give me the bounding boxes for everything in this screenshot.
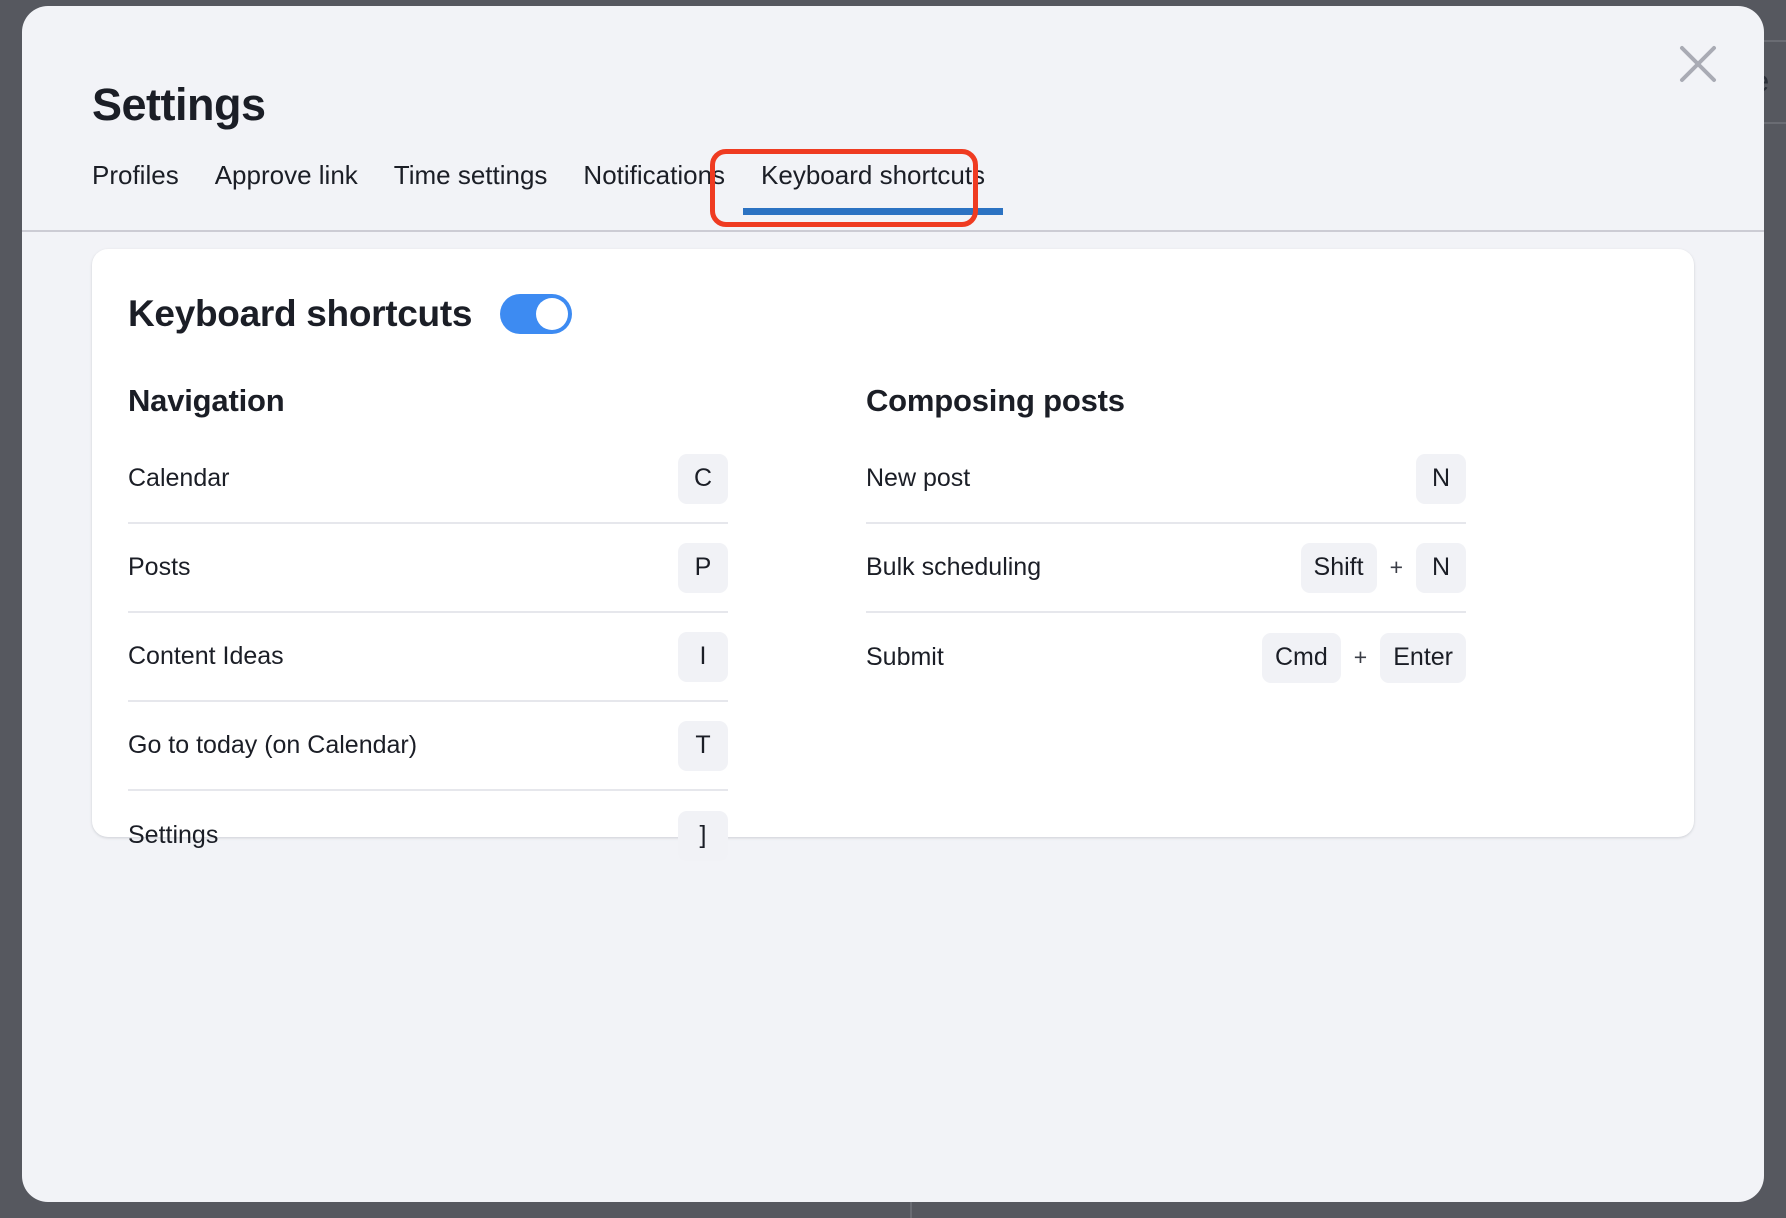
- shortcut-row: Settings ]: [128, 791, 728, 880]
- shortcut-row: Posts P: [128, 524, 728, 613]
- shortcut-row: New post N: [866, 435, 1466, 524]
- tab-keyboard-shortcuts[interactable]: Keyboard shortcuts: [743, 152, 1003, 213]
- keyboard-shortcuts-card: Keyboard shortcuts Navigation Calendar C: [92, 249, 1694, 837]
- shortcut-keys: ]: [678, 811, 728, 861]
- close-icon: [1675, 41, 1721, 87]
- shortcut-keys: Shift + N: [1301, 543, 1466, 593]
- shortcut-row: Submit Cmd + Enter: [866, 613, 1466, 702]
- key-cap: Shift: [1301, 543, 1377, 593]
- page-title: Settings: [92, 79, 266, 131]
- shortcut-label: Settings: [128, 821, 218, 850]
- shortcut-keys: N: [1416, 454, 1466, 504]
- settings-tab-bar: Profiles Approve link Time settings Noti…: [22, 152, 1764, 232]
- key-separator: +: [1387, 554, 1406, 581]
- card-title: Keyboard shortcuts: [128, 293, 472, 335]
- shortcut-keys: Cmd + Enter: [1262, 633, 1466, 683]
- card-header: Keyboard shortcuts: [92, 249, 1694, 335]
- keyboard-shortcuts-toggle[interactable]: [500, 294, 572, 334]
- shortcut-keys: P: [678, 543, 728, 593]
- tab-profiles[interactable]: Profiles: [92, 152, 197, 213]
- shortcut-label: Submit: [866, 643, 944, 672]
- key-cap: P: [678, 543, 728, 593]
- key-cap: N: [1416, 454, 1466, 504]
- shortcut-label: New post: [866, 464, 970, 493]
- shortcut-row: Calendar C: [128, 435, 728, 524]
- app-backdrop: te Settings Profiles Approve link Time s…: [0, 0, 1786, 1218]
- key-cap: Enter: [1380, 633, 1466, 683]
- shortcut-keys: I: [678, 632, 728, 682]
- column-title-composing-posts: Composing posts: [866, 383, 1466, 419]
- shortcut-columns: Navigation Calendar C Posts P: [92, 335, 1694, 880]
- key-cap: T: [678, 721, 728, 771]
- tab-time-settings[interactable]: Time settings: [376, 152, 566, 213]
- tab-notifications[interactable]: Notifications: [565, 152, 743, 213]
- shortcut-row: Content Ideas I: [128, 613, 728, 702]
- column-title-navigation: Navigation: [128, 383, 728, 419]
- shortcut-label: Go to today (on Calendar): [128, 731, 417, 760]
- shortcut-keys: C: [678, 454, 728, 504]
- shortcut-row: Go to today (on Calendar) T: [128, 702, 728, 791]
- tab-approve-link[interactable]: Approve link: [197, 152, 376, 213]
- column-navigation: Navigation Calendar C Posts P: [128, 383, 728, 880]
- settings-modal: Settings Profiles Approve link Time sett…: [22, 6, 1764, 1202]
- shortcut-label: Posts: [128, 553, 191, 582]
- key-cap: C: [678, 454, 728, 504]
- key-cap: Cmd: [1262, 633, 1341, 683]
- toggle-knob: [536, 298, 568, 330]
- column-composing-posts: Composing posts New post N Bulk scheduli…: [866, 383, 1466, 880]
- shortcut-label: Content Ideas: [128, 642, 284, 671]
- shortcut-keys: T: [678, 721, 728, 771]
- shortcut-label: Calendar: [128, 464, 229, 493]
- close-button[interactable]: [1668, 34, 1728, 94]
- key-cap: ]: [678, 811, 728, 861]
- key-cap: N: [1416, 543, 1466, 593]
- shortcut-label: Bulk scheduling: [866, 553, 1041, 582]
- key-cap: I: [678, 632, 728, 682]
- shortcut-row: Bulk scheduling Shift + N: [866, 524, 1466, 613]
- key-separator: +: [1351, 644, 1370, 671]
